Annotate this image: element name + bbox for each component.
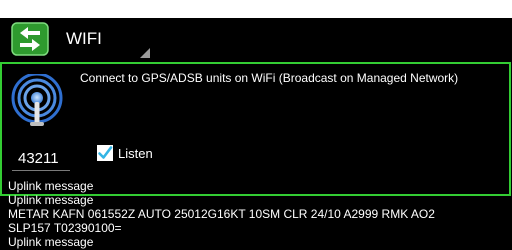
listen-label[interactable]: Listen xyxy=(118,146,153,161)
port-input-underline xyxy=(12,170,70,171)
listen-checkbox[interactable] xyxy=(96,144,114,162)
log-line: SLP157 T02390100= xyxy=(8,220,122,235)
wifi-description: Connect to GPS/ADSB units on WiFi (Broad… xyxy=(80,71,459,85)
wifi-broadcast-icon xyxy=(10,72,64,128)
action-bar: WIFI xyxy=(0,18,512,60)
app-screen: WIFI Connect to GPS/ADSB units on WiFi (… xyxy=(0,18,512,250)
log-line: Uplink message xyxy=(8,234,94,249)
log-line: Uplink message xyxy=(8,192,94,207)
log-line: Uplink message xyxy=(8,179,94,193)
bidirectional-arrows-icon[interactable] xyxy=(11,22,49,56)
log-line: METAR KAFN 061552Z AUTO 25012G16KT 10SM … xyxy=(8,206,435,221)
app-title-spinner[interactable]: WIFI xyxy=(66,29,102,49)
spinner-triangle-icon xyxy=(140,45,150,58)
message-log: Uplink message Uplink message METAR KAFN… xyxy=(8,179,508,250)
wifi-settings-panel: Connect to GPS/ADSB units on WiFi (Broad… xyxy=(0,62,511,196)
port-input[interactable]: 43211 xyxy=(18,150,59,167)
